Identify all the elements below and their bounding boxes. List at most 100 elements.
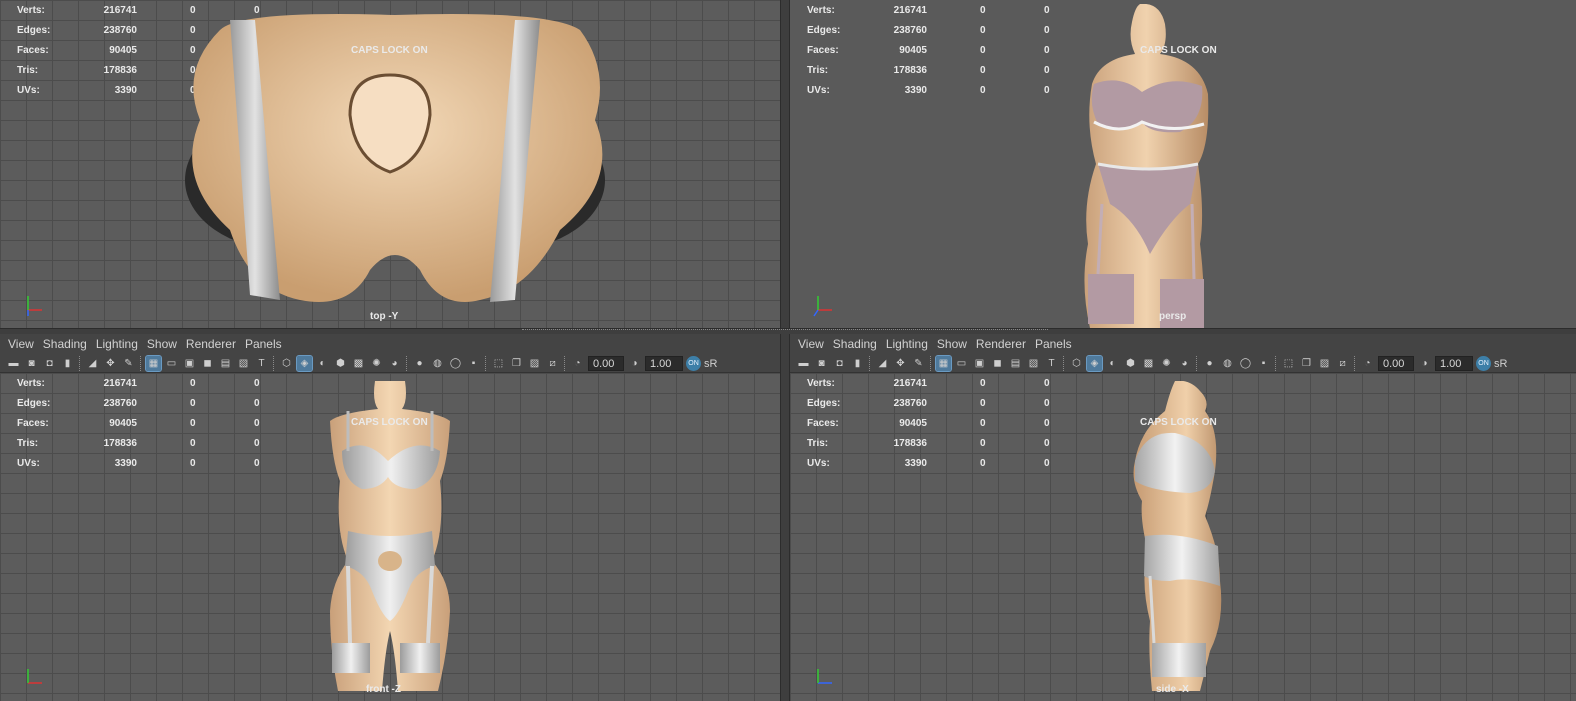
shadows-icon[interactable]: ◕: [1177, 356, 1192, 371]
hud-stat-label: Edges:: [17, 25, 51, 36]
safe-title-icon[interactable]: T: [254, 356, 269, 371]
bookmark-camera-icon[interactable]: ◘: [42, 356, 57, 371]
backface-icon[interactable]: ⧄: [545, 356, 560, 371]
hud-stat-components: 0: [1044, 418, 1050, 429]
default-material-icon[interactable]: ◐: [315, 356, 330, 371]
film-gate-icon[interactable]: ▭: [954, 356, 969, 371]
menu-renderer[interactable]: Renderer: [974, 334, 1033, 354]
menu-renderer[interactable]: Renderer: [184, 334, 243, 354]
motion-blur-icon[interactable]: ◍: [430, 356, 445, 371]
axis-gizmo: [27, 296, 42, 316]
lights-icon[interactable]: ✺: [369, 356, 384, 371]
xray-icon[interactable]: ▩: [351, 356, 366, 371]
wireframe-icon[interactable]: ⬡: [1069, 356, 1084, 371]
menu-view[interactable]: View: [6, 334, 41, 354]
exposure-field[interactable]: 0.00: [588, 356, 624, 371]
camera-attr-icon[interactable]: ◙: [814, 356, 829, 371]
hud-stat-value: 216741: [103, 378, 137, 389]
gate-mask-icon[interactable]: ◼: [990, 356, 1005, 371]
gate-mask-icon[interactable]: ◼: [200, 356, 215, 371]
menu-show[interactable]: Show: [145, 334, 184, 354]
bookmark-icon[interactable]: ▮: [60, 356, 75, 371]
smooth-shade-icon[interactable]: ◈: [296, 355, 313, 372]
hud-stat-label: Edges:: [17, 398, 51, 409]
menu-lighting[interactable]: Lighting: [884, 334, 935, 354]
image-plane-icon[interactable]: ◢: [875, 356, 890, 371]
menu-shading[interactable]: Shading: [831, 334, 884, 354]
colorspace-label[interactable]: sR: [704, 358, 717, 370]
grease-pencil-icon[interactable]: ✎: [121, 356, 136, 371]
hud-row: Tris: 178836 0 0: [807, 438, 1067, 458]
field-chart-icon[interactable]: ▤: [218, 356, 233, 371]
viewport-front[interactable]: Verts: 216741 0 0 Edges: 238760 0 0 Faces: 90405 0…: [0, 373, 780, 701]
viewport-persp[interactable]: Verts: 216741 0 0 Edges: 238760 0 0 Faces: 90405 0…: [790, 0, 1576, 328]
hud-row: Edges: 238760 0 0: [807, 398, 1067, 418]
gamma-icon[interactable]: ◑: [627, 356, 642, 371]
resolution-gate-icon[interactable]: ▣: [972, 356, 987, 371]
menu-lighting[interactable]: Lighting: [94, 334, 145, 354]
menu-panels[interactable]: Panels: [1033, 334, 1079, 354]
hud-stat-selected: 0: [980, 45, 986, 56]
safe-action-icon[interactable]: ▧: [1026, 356, 1041, 371]
shadows-icon[interactable]: ◕: [387, 356, 402, 371]
resolution-gate-icon[interactable]: ▣: [182, 356, 197, 371]
ambient-occlusion-icon[interactable]: ●: [1202, 356, 1217, 371]
wireframe-on-shaded-icon[interactable]: ⬢: [1123, 356, 1138, 371]
exposure-field[interactable]: 0.00: [1378, 356, 1414, 371]
2d-pan-icon[interactable]: ✥: [893, 356, 908, 371]
backface-icon[interactable]: ⧄: [1335, 356, 1350, 371]
isolate-select-icon[interactable]: ⬚: [491, 356, 506, 371]
xray-icon[interactable]: ▩: [1141, 356, 1156, 371]
color-management-toggle[interactable]: ON: [686, 356, 701, 371]
menu-panels[interactable]: Panels: [243, 334, 289, 354]
smooth-shade-icon[interactable]: ◈: [1086, 355, 1103, 372]
depth-of-field-icon[interactable]: ▪: [1256, 356, 1271, 371]
wireframe-on-shaded-icon[interactable]: ⬢: [333, 356, 348, 371]
grid-icon[interactable]: ▦: [145, 355, 162, 372]
grid-icon[interactable]: ▦: [935, 355, 952, 372]
viewport-side[interactable]: Verts: 216741 0 0 Edges: 238760 0 0 Faces: 90405 0…: [790, 373, 1576, 701]
gamma-field[interactable]: 1.00: [645, 356, 683, 371]
vertical-pane-splitter[interactable]: [780, 0, 790, 701]
anti-alias-icon[interactable]: ◯: [448, 356, 463, 371]
film-gate-icon[interactable]: ▭: [164, 356, 179, 371]
default-material-icon[interactable]: ◐: [1105, 356, 1120, 371]
camera-icon[interactable]: ▬: [6, 356, 21, 371]
colorspace-label[interactable]: sR: [1494, 358, 1507, 370]
grease-pencil-icon[interactable]: ✎: [911, 356, 926, 371]
lights-icon[interactable]: ✺: [1159, 356, 1174, 371]
xray-active-icon[interactable]: ▨: [527, 356, 542, 371]
image-plane-icon[interactable]: ◢: [85, 356, 100, 371]
camera-icon[interactable]: ▬: [796, 356, 811, 371]
toolbar-separator: [140, 356, 142, 371]
camera-attr-icon[interactable]: ◙: [24, 356, 39, 371]
depth-of-field-icon[interactable]: ▪: [466, 356, 481, 371]
bookmark-icon[interactable]: ▮: [850, 356, 865, 371]
field-chart-icon[interactable]: ▤: [1008, 356, 1023, 371]
gamma-icon[interactable]: ◑: [1417, 356, 1432, 371]
wireframe-icon[interactable]: ⬡: [279, 356, 294, 371]
menu-show[interactable]: Show: [935, 334, 974, 354]
exposure-icon[interactable]: ◔: [570, 356, 585, 371]
bookmark-camera-icon[interactable]: ◘: [832, 356, 847, 371]
menu-view[interactable]: View: [796, 334, 831, 354]
hud-row: Verts: 216741 0 0: [807, 5, 1067, 25]
2d-pan-icon[interactable]: ✥: [103, 356, 118, 371]
viewport-top[interactable]: Verts:21674100Edges:23876000Faces:904050…: [0, 0, 780, 328]
splitter-grip[interactable]: [522, 329, 1048, 331]
hud-stat-components: 0: [254, 378, 260, 389]
xray-active-icon[interactable]: ▨: [1317, 356, 1332, 371]
menu-shading[interactable]: Shading: [41, 334, 94, 354]
gamma-field[interactable]: 1.00: [1435, 356, 1473, 371]
color-management-toggle[interactable]: ON: [1476, 356, 1491, 371]
xray-joints-icon[interactable]: ❐: [1299, 356, 1314, 371]
safe-action-icon[interactable]: ▧: [236, 356, 251, 371]
ambient-occlusion-icon[interactable]: ●: [412, 356, 427, 371]
xray-joints-icon[interactable]: ❐: [509, 356, 524, 371]
safe-title-icon[interactable]: T: [1044, 356, 1059, 371]
exposure-icon[interactable]: ◔: [1360, 356, 1375, 371]
motion-blur-icon[interactable]: ◍: [1220, 356, 1235, 371]
hud-stat-value: 178836: [893, 438, 927, 449]
isolate-select-icon[interactable]: ⬚: [1281, 356, 1296, 371]
anti-alias-icon[interactable]: ◯: [1238, 356, 1253, 371]
